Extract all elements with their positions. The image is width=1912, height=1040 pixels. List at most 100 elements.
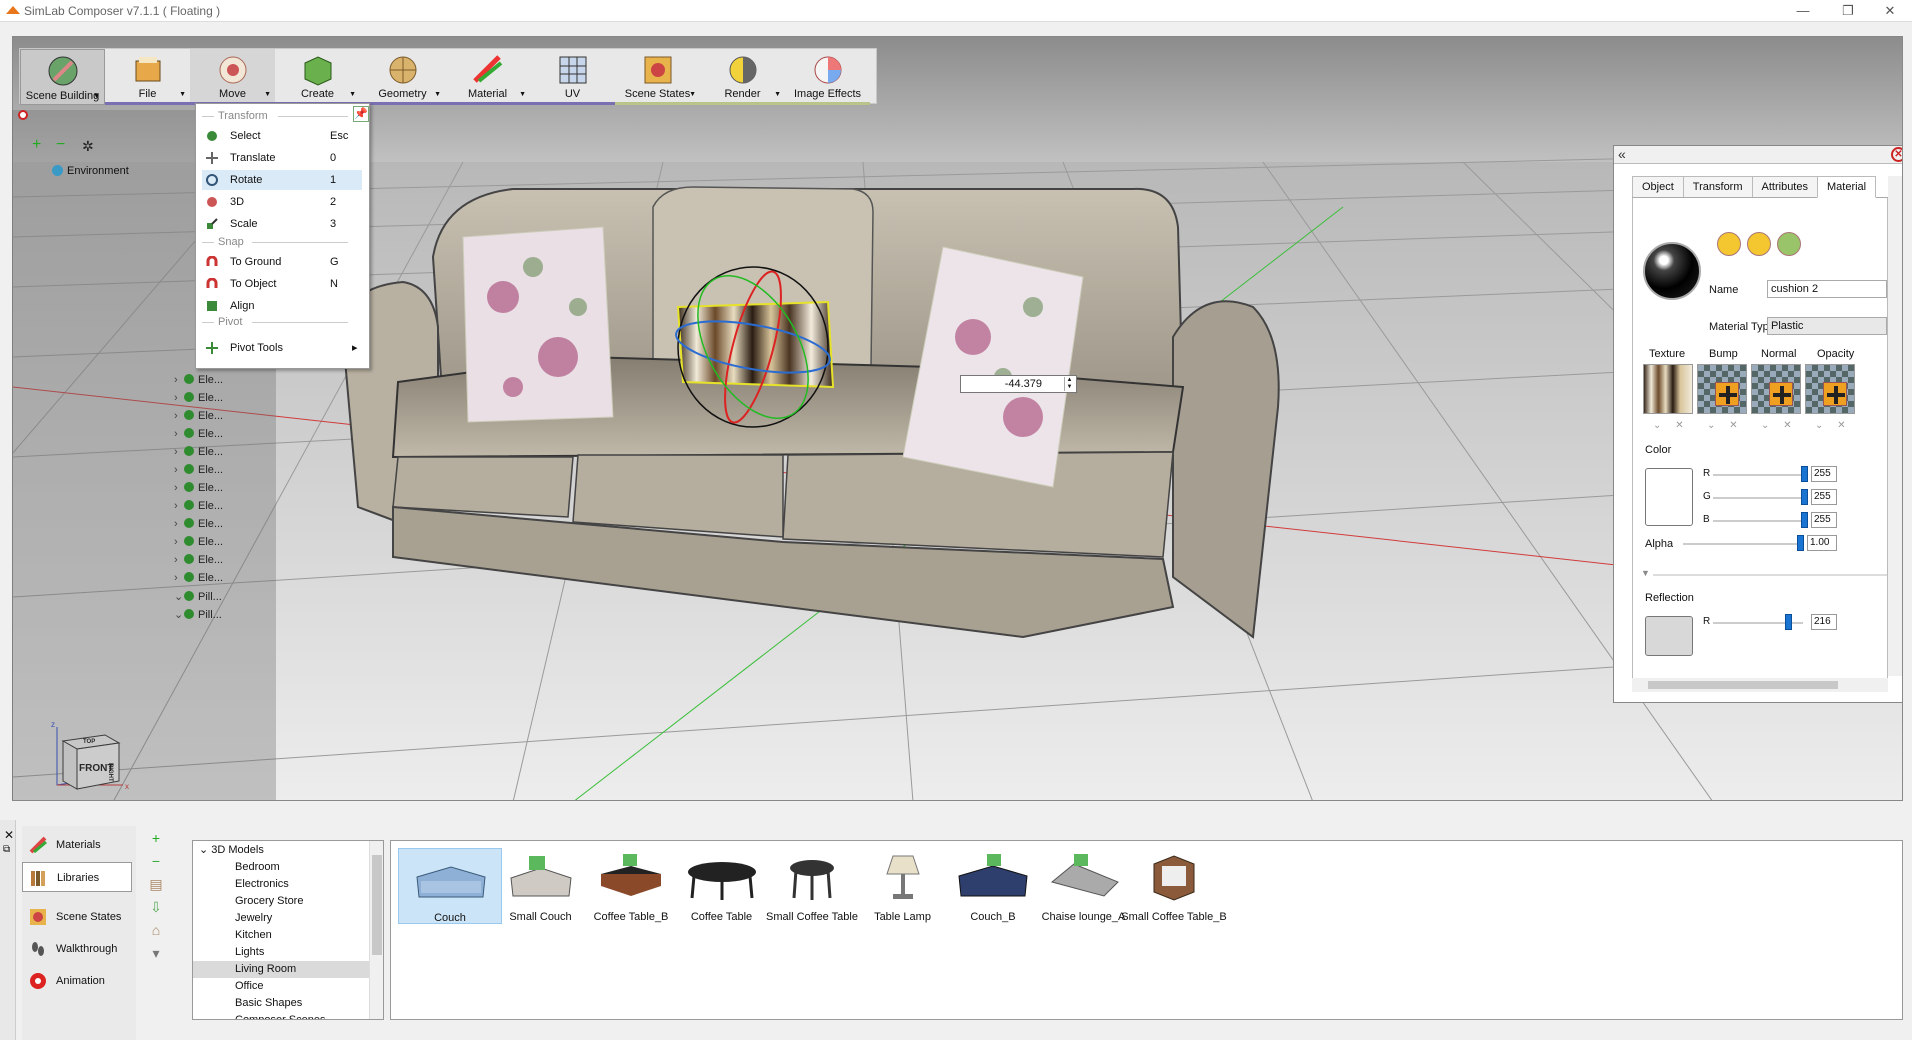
material-button[interactable]: Material ▼	[445, 49, 530, 105]
uv-button[interactable]: UV	[530, 49, 615, 105]
library-tree-item[interactable]: Basic Shapes	[193, 995, 369, 1012]
g-slider[interactable]	[1713, 497, 1803, 499]
library-house-icon[interactable]: ⌂	[146, 922, 166, 945]
nav-animation[interactable]: Animation	[22, 966, 132, 996]
image-effects-button[interactable]: Image Effects	[785, 49, 870, 105]
reflection-r-handle[interactable]	[1785, 614, 1792, 630]
settings-icon[interactable]: ✲	[82, 138, 94, 155]
pin-menu-icon[interactable]: 📌	[353, 106, 369, 122]
library-tree-item[interactable]: Grocery Store	[193, 893, 369, 910]
expand-arrow-icon[interactable]: ›	[174, 410, 184, 422]
alpha-slider-handle[interactable]	[1797, 535, 1804, 551]
scene-tree-row[interactable]: ⌄ Pill...	[174, 608, 222, 621]
move-button[interactable]: Move ▼	[190, 49, 275, 105]
create-button[interactable]: Create ▼	[275, 49, 360, 105]
menu-item-to-object[interactable]: To Object N	[202, 274, 362, 294]
tab-object[interactable]: Object	[1632, 176, 1684, 197]
gallery-item[interactable]: Small Coffee Table_B	[1121, 848, 1227, 924]
scroll-thumb[interactable]	[1648, 681, 1838, 689]
material-type-select[interactable]: Plastic	[1767, 317, 1887, 335]
collapse-panel-icon[interactable]: «	[1618, 146, 1626, 162]
nav-walkthrough[interactable]: Walkthrough	[22, 934, 132, 964]
scene-tree-row[interactable]: › Ele...	[174, 554, 223, 566]
alpha-value[interactable]: 1.00	[1807, 535, 1837, 551]
scene-tree-row[interactable]: ⌄ Pill...	[174, 590, 222, 603]
library-options-icon[interactable]: ▾	[146, 945, 166, 968]
scene-tree-row[interactable]: › Ele...	[174, 428, 223, 440]
scene-tree-row[interactable]: › Ele...	[174, 374, 223, 386]
library-tree-item[interactable]: Living Room	[193, 961, 369, 978]
minimize-button[interactable]: —	[1783, 2, 1823, 20]
library-tree-item[interactable]: Lights	[193, 944, 369, 961]
texture-slot[interactable]	[1643, 364, 1693, 414]
close-window-button[interactable]: ✕	[1870, 2, 1910, 20]
add-node-icon[interactable]: +	[32, 136, 41, 154]
expand-arrow-icon[interactable]: ›	[174, 464, 184, 476]
opacity-options-icon[interactable]: ⌄ ✕	[1815, 420, 1846, 431]
collapse-arrow-icon[interactable]: ⌄	[199, 844, 211, 856]
scene-building-button[interactable]: Scene Building ▼	[20, 49, 105, 105]
expand-arrow-icon[interactable]: ›	[174, 536, 184, 548]
render-button[interactable]: Render ▼	[700, 49, 785, 105]
library-tree-item[interactable]: Bedroom	[193, 859, 369, 876]
properties-vertical-scrollbar[interactable]	[1888, 176, 1902, 676]
tab-attributes[interactable]: Attributes	[1751, 176, 1818, 197]
expand-arrow-icon[interactable]: ⌄	[174, 590, 184, 603]
r-slider-handle[interactable]	[1801, 466, 1808, 482]
b-slider[interactable]	[1713, 520, 1803, 522]
remove-node-icon[interactable]: −	[56, 136, 65, 154]
restore-button[interactable]: ❐	[1828, 2, 1868, 20]
texture-options-icon[interactable]: ⌄ ✕	[1653, 420, 1684, 431]
float-library-icon[interactable]: ⧉	[3, 844, 10, 855]
library-tree-scrollbar[interactable]	[369, 841, 383, 1019]
expand-arrow-icon[interactable]: ›	[174, 392, 184, 404]
material-name-input[interactable]: cushion 2	[1767, 280, 1887, 298]
scene-tree-row[interactable]: › Ele...	[174, 482, 223, 494]
g-slider-handle[interactable]	[1801, 489, 1808, 505]
expand-arrow-icon[interactable]: ›	[174, 446, 184, 458]
opacity-slot[interactable]	[1805, 364, 1855, 414]
apply-material-icon[interactable]	[1747, 232, 1771, 256]
geometry-button[interactable]: Geometry ▼	[360, 49, 445, 105]
menu-item-to-ground[interactable]: To Ground G	[202, 252, 362, 272]
menu-item-align[interactable]: Align	[202, 296, 362, 316]
library-tree-item[interactable]: Kitchen	[193, 927, 369, 944]
b-slider-handle[interactable]	[1801, 512, 1808, 528]
library-tree-item[interactable]: Jewelry	[193, 910, 369, 927]
import-library-icon[interactable]: ▤	[146, 876, 166, 899]
pick-material-icon[interactable]	[1717, 232, 1741, 256]
reflection-swatch[interactable]	[1645, 616, 1693, 656]
scene-tree-row[interactable]: › Ele...	[174, 464, 223, 476]
menu-item-pivot-tools[interactable]: Pivot Tools ▸	[202, 338, 362, 358]
library-tree-item[interactable]: Composer Scenes	[193, 1012, 369, 1019]
scene-tree-row[interactable]: › Ele...	[174, 536, 223, 548]
nav-materials[interactable]: Materials	[22, 830, 132, 860]
close-library-icon[interactable]: ✕	[4, 828, 14, 842]
scene-tree-row[interactable]: › Ele...	[174, 572, 223, 584]
expand-arrow-icon[interactable]: ›	[174, 482, 184, 494]
expand-arrow-icon[interactable]: ›	[174, 572, 184, 584]
nav-scene-states[interactable]: Scene States	[22, 902, 132, 932]
menu-item-select[interactable]: Select Esc	[202, 126, 362, 146]
normal-slot[interactable]	[1751, 364, 1801, 414]
tab-material[interactable]: Material	[1816, 176, 1877, 198]
normal-options-icon[interactable]: ⌄ ✕	[1761, 420, 1792, 431]
menu-item-rotate[interactable]: Rotate 1	[202, 170, 362, 190]
close-scene-tree-icon[interactable]	[18, 110, 28, 120]
scene-tree-row[interactable]: › Ele...	[174, 410, 223, 422]
scene-tree-row[interactable]: › Ele...	[174, 392, 223, 404]
download-library-icon[interactable]: ⇩	[146, 899, 166, 922]
expand-arrow-icon[interactable]: ⌄	[174, 608, 184, 621]
tree-environment[interactable]: Environment	[52, 165, 129, 177]
menu-item-3d[interactable]: 3D 2	[202, 192, 362, 212]
scene-tree-row[interactable]: › Ele...	[174, 500, 223, 512]
scene-tree-row[interactable]: › Ele...	[174, 446, 223, 458]
expand-arrow-icon[interactable]: ›	[174, 554, 184, 566]
tab-transform[interactable]: Transform	[1682, 176, 1753, 197]
rotation-value-input[interactable]: -44.379 ▲ ▼	[960, 375, 1077, 393]
scene-tree-row[interactable]: › Ele...	[174, 518, 223, 530]
nav-libraries[interactable]: Libraries	[22, 862, 132, 892]
expand-arrow-icon[interactable]: ›	[174, 500, 184, 512]
scene-states-button[interactable]: Scene States ▼	[615, 49, 700, 105]
bump-slot[interactable]	[1697, 364, 1747, 414]
